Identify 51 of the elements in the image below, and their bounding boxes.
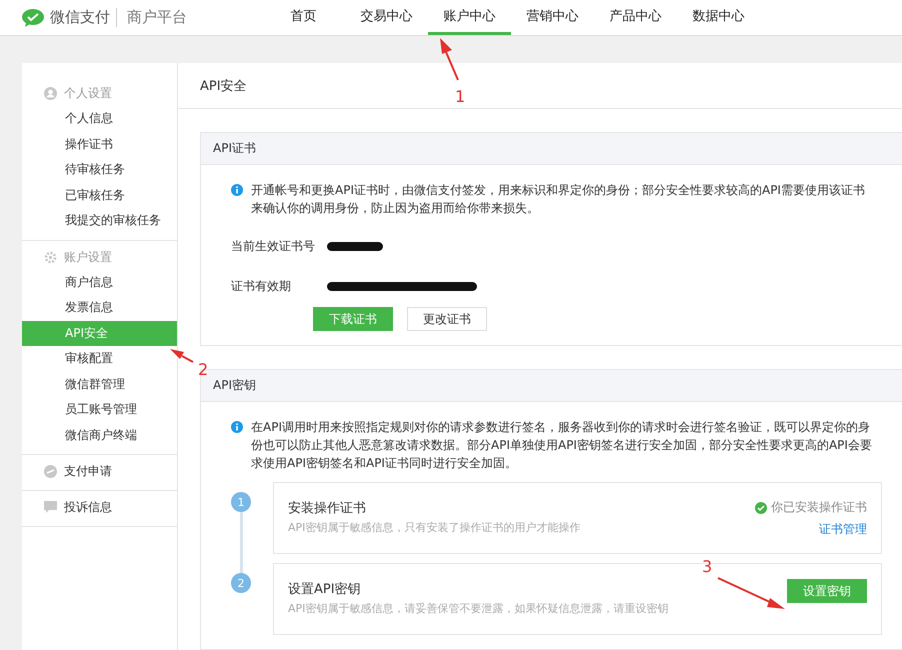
info-icon xyxy=(231,184,243,196)
change-button[interactable]: 更改证书 xyxy=(407,307,487,331)
manage-link[interactable]: 证书管理 xyxy=(819,521,867,538)
annotation-arrow xyxy=(718,577,785,609)
annotation-number: 1 xyxy=(455,87,466,106)
sidebar-item[interactable]: 我提交的审核任务 xyxy=(22,208,177,234)
sidebar-item[interactable]: 待审核任务 xyxy=(22,157,177,182)
redaction-mark xyxy=(327,242,383,250)
sidebar-item[interactable]: 商户信息 xyxy=(22,270,177,295)
notice-text: 在API调用时用来按照指定规则对你的请求参数进行签名，服务器收到你的请求时会进行签名验证，既可以界定你的身份也可以防止其他人恶意篡改请求数据。部分API单独使用API密钥签名进行安全加固，部分安全性要求更高的API会要求使用API密钥签名和API证书同时进行安全加固。 xyxy=(251,419,872,472)
sidebar-item[interactable]: 审核配置 xyxy=(22,346,177,372)
coin-icon xyxy=(44,465,57,478)
step-number: 2 xyxy=(231,573,251,593)
step-number: 1 xyxy=(231,492,251,512)
sidebar-group-title: 个人设置 xyxy=(64,85,112,102)
brand-subtitle: 商户平台 xyxy=(116,8,187,27)
sidebar-group-title[interactable]: 投诉信息 xyxy=(64,499,112,516)
wechat-pay-logo-icon xyxy=(22,8,44,26)
sidebar-group-title[interactable]: 支付申请 xyxy=(64,463,112,480)
status-text: 你已安装操作证书 xyxy=(771,499,867,516)
nav-tab[interactable]: 产品中心 xyxy=(594,0,677,35)
settings-icon xyxy=(44,250,57,264)
sidebar-group-title: 账户设置 xyxy=(64,248,112,266)
nav-tab[interactable]: 首页 xyxy=(262,0,345,35)
field-label: 证书有效期 xyxy=(231,278,292,294)
step-title: 安装操作证书 xyxy=(288,500,367,517)
info-icon xyxy=(231,421,243,433)
check-icon xyxy=(755,502,767,514)
card-title: API证书 xyxy=(201,133,902,165)
sidebar-item[interactable]: 微信商户终端 xyxy=(22,422,177,448)
annotation-arrow xyxy=(170,349,194,363)
sidebar-item[interactable]: 操作证书 xyxy=(22,132,177,157)
annotation-arrow xyxy=(440,38,459,80)
notice-text: 开通帐号和更换API证书时，由微信支付签发，用来标识和界定你的身份；部分安全性要求较高的API需要使用该证书来确认你的调用身份，防止因为盗用而给你带来损失。 xyxy=(251,182,866,217)
step-title: 设置API密钥 xyxy=(288,581,362,598)
brand-name: 微信支付 xyxy=(50,8,110,27)
message-icon xyxy=(44,501,57,514)
user-icon xyxy=(44,87,57,100)
nav-tab[interactable]: 账户中心 xyxy=(428,0,511,35)
sidebar-item[interactable]: 个人信息 xyxy=(22,106,177,132)
sidebar-item[interactable]: 发票信息 xyxy=(22,295,177,320)
nav-tab[interactable]: 交易中心 xyxy=(345,0,428,35)
annotation-number: 3 xyxy=(702,557,712,576)
nav-tab[interactable]: 数据中心 xyxy=(677,0,760,35)
field-label: 当前生效证书号 xyxy=(231,238,316,254)
sidebar-item[interactable]: 员工账号管理 xyxy=(22,397,177,422)
sidebar-item[interactable]: 已审核任务 xyxy=(22,182,177,208)
sidebar-item[interactable]: 微信群管理 xyxy=(22,372,177,397)
nav-tab[interactable]: 营销中心 xyxy=(511,0,594,35)
step-description: API密钥属于敏感信息，只有安装了操作证书的用户才能操作 xyxy=(288,520,580,535)
step-description: API密钥属于敏感信息，请妥善保管不要泄露，如果怀疑信息泄露，请重设密钥 xyxy=(288,601,668,616)
